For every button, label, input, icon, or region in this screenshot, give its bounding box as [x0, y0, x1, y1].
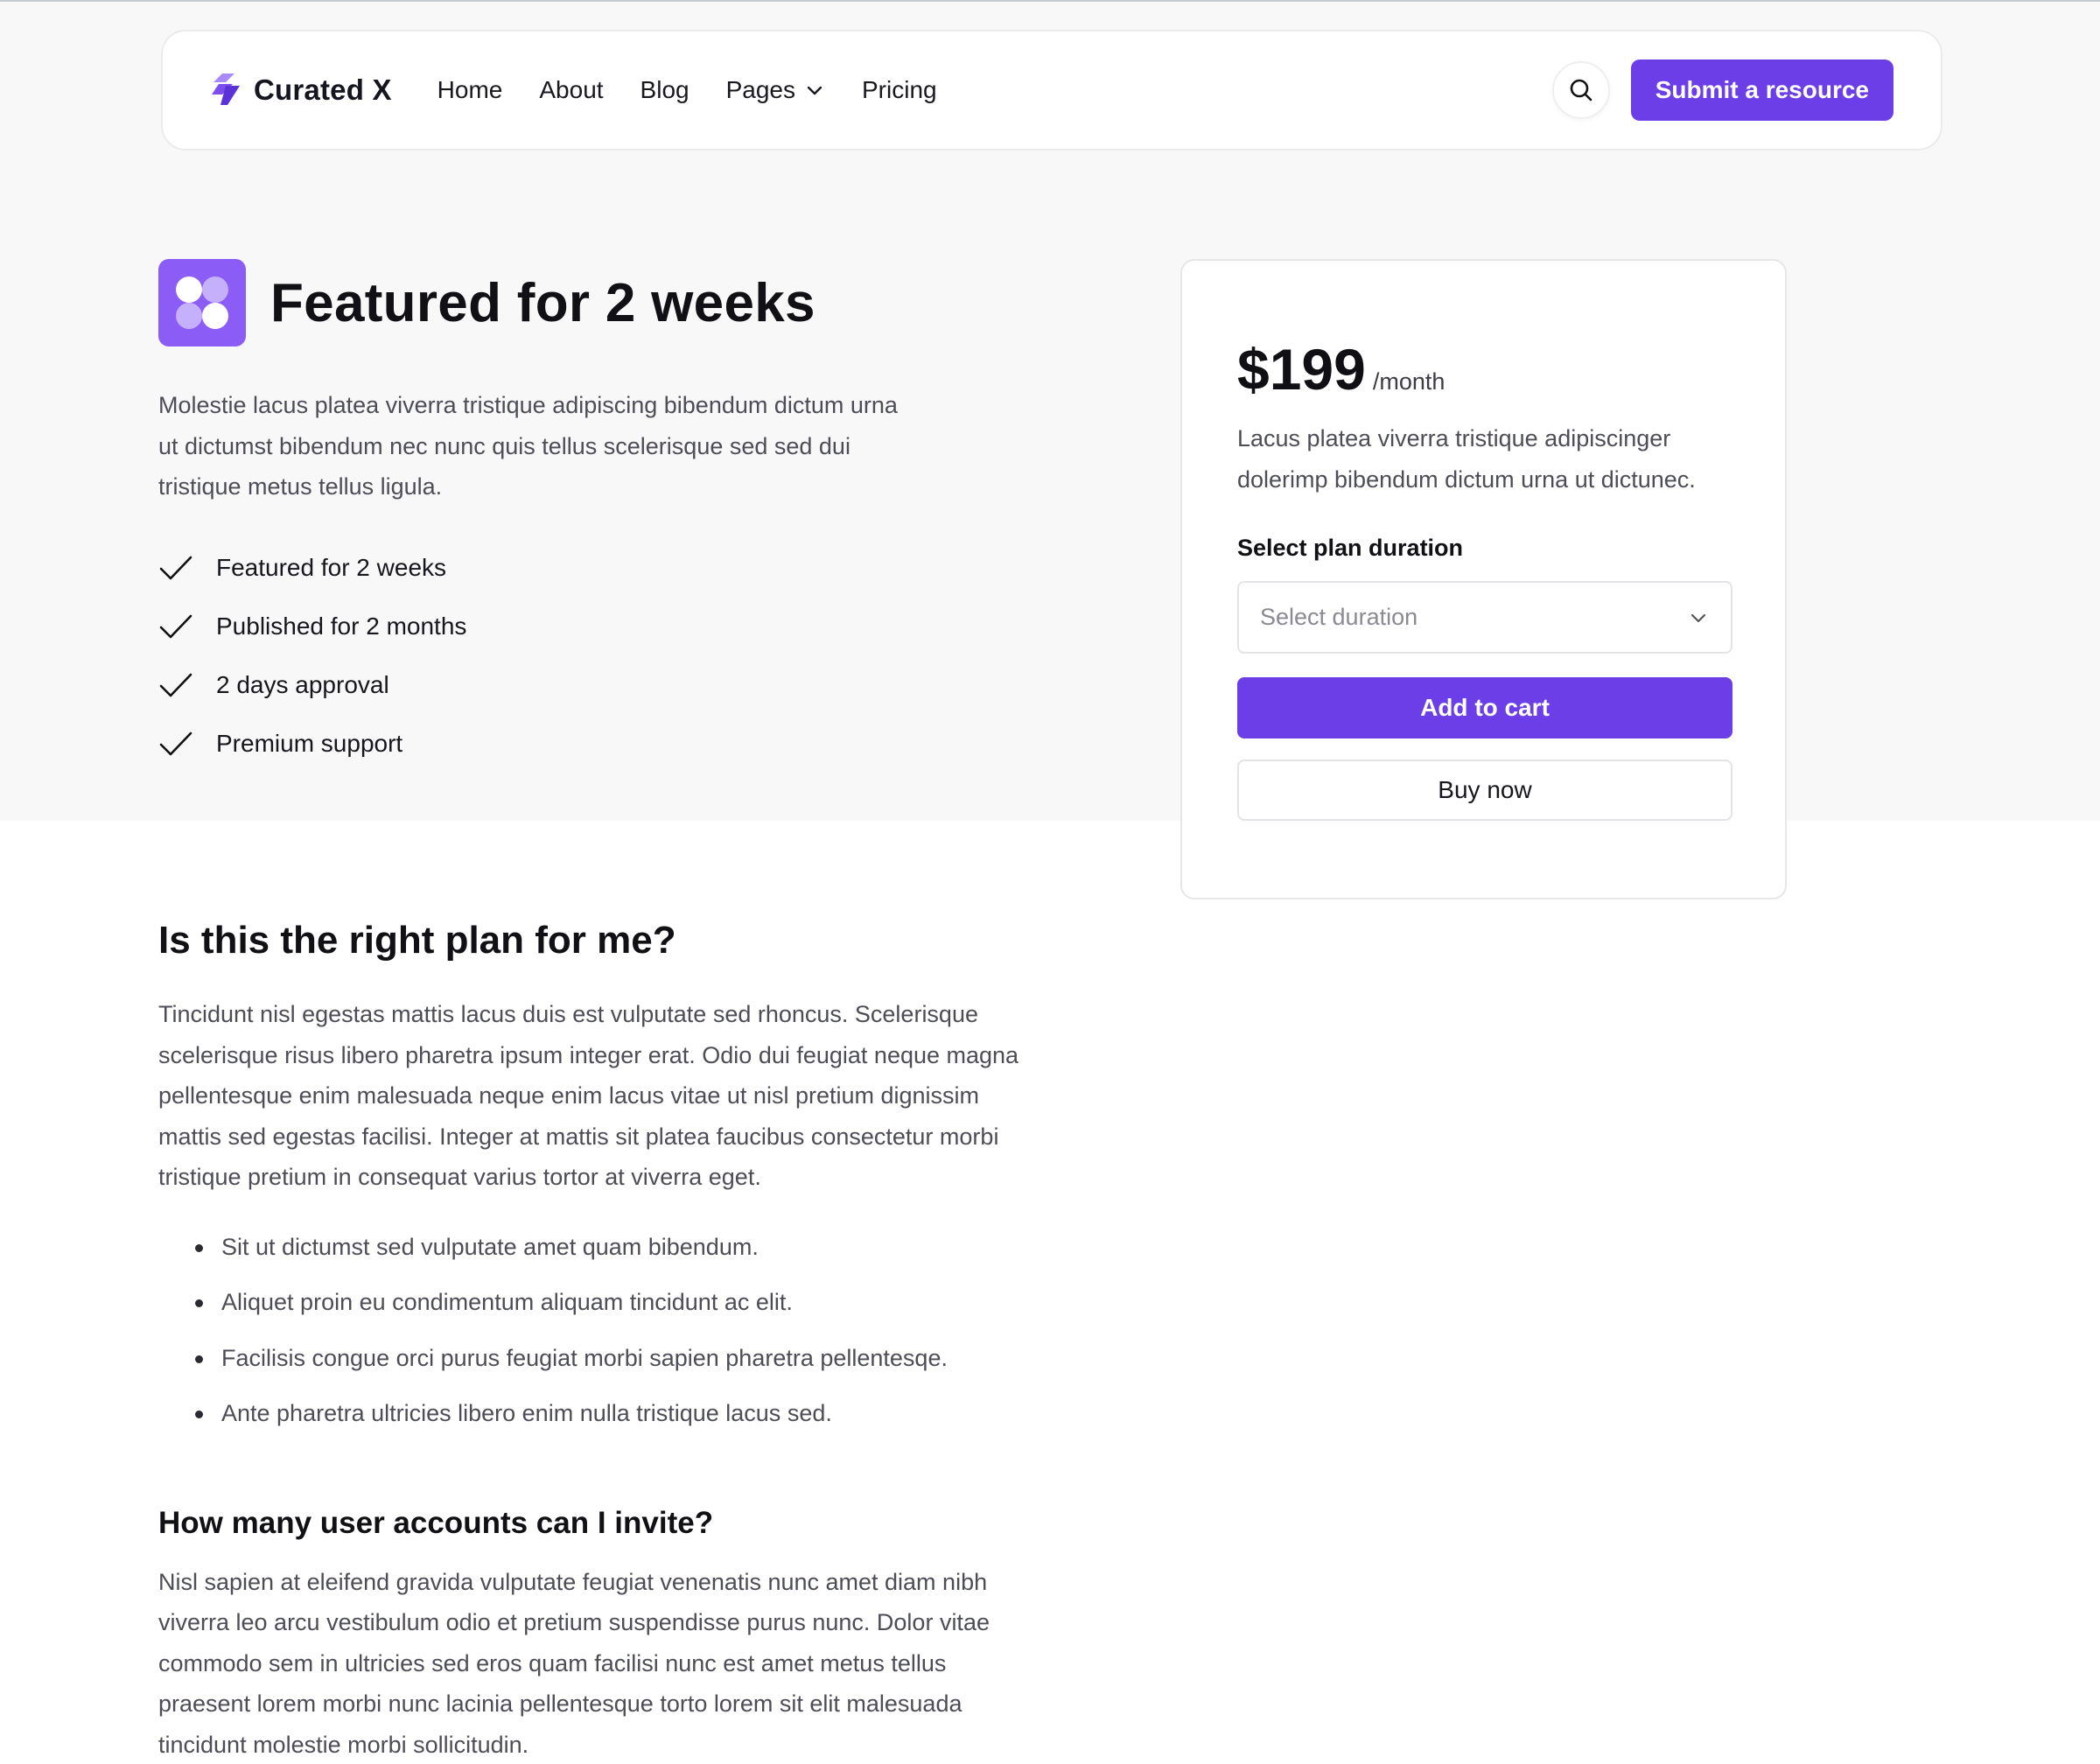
feature-label: Featured for 2 weeks [216, 554, 447, 581]
chevron-down-icon [807, 86, 822, 95]
faq-paragraph-1: Tincidunt nisl egestas mattis lacus duis… [158, 1001, 1019, 1190]
nav-link-about[interactable]: About [539, 76, 603, 104]
page-title: Featured for 2 weeks [270, 272, 816, 333]
pricing-card: $199 /month Lacus platea viverra tristiq… [1180, 259, 1787, 900]
feature-list: Featured for 2 weeks Published for 2 mon… [158, 539, 946, 774]
nav-link-pages-label: Pages [725, 76, 795, 103]
plan-duration-label: Select plan duration [1237, 535, 1464, 561]
feature-item: Featured for 2 weeks [158, 539, 946, 598]
nav-link-home[interactable]: Home [438, 76, 503, 104]
feature-label: 2 days approval [216, 671, 389, 698]
check-icon [159, 732, 192, 756]
nav-link-pricing[interactable]: Pricing [862, 76, 937, 104]
bullet-item: Aliquet proin eu condimentum aliquam tin… [195, 1286, 1042, 1342]
nav-link-pages[interactable]: Pages [726, 76, 825, 104]
bullet-list: Sit ut dictumst sed vulputate amet quam … [158, 1231, 1042, 1453]
nav-links: Home About Blog Pages Pricing [438, 76, 937, 104]
check-icon [159, 614, 192, 639]
check-icon [159, 556, 192, 580]
pricing-description: Lacus platea viverra tristique adipiscin… [1237, 425, 1696, 493]
price-period: /month [1372, 368, 1446, 395]
search-button[interactable] [1551, 61, 1610, 119]
search-icon [1570, 79, 1592, 102]
bullet-item: Sit ut dictumst sed vulputate amet quam … [195, 1231, 1042, 1287]
price-amount: $199 [1237, 337, 1366, 402]
faq-heading-2: How many user accounts can I invite? [158, 1505, 714, 1540]
feature-label: Premium support [216, 730, 403, 757]
check-icon [159, 673, 192, 697]
navbar: Curated X Home About Blog Pages Pricing … [161, 30, 1942, 150]
brand-name: Curated X [254, 74, 392, 106]
feature-item: Published for 2 months [158, 598, 946, 656]
plan-details: Is this the right plan for me? Tincidunt… [158, 919, 1042, 1764]
submit-resource-button[interactable]: Submit a resource [1630, 60, 1894, 121]
faq-heading-1: Is this the right plan for me? [158, 919, 676, 962]
curated-x-logo-icon [212, 74, 240, 105]
buy-now-button[interactable]: Buy now [1237, 760, 1732, 821]
price-row: $199 /month [1237, 336, 1729, 402]
faq-paragraph-2: Nisl sapien at eleifend gravida vulputat… [158, 1568, 990, 1758]
four-dots-icon [158, 259, 246, 346]
add-to-cart-button[interactable]: Add to cart [1237, 677, 1732, 738]
feature-label: Published for 2 months [216, 612, 467, 640]
bullet-item: Facilisis congue orci purus feugiat morb… [195, 1342, 1042, 1398]
chevron-down-icon [1690, 613, 1706, 622]
nav-actions: Submit a resource [1551, 60, 1894, 121]
hero-description: Molestie lacus platea viverra tristique … [158, 392, 898, 500]
hero-section: Featured for 2 weeks Molestie lacus plat… [158, 259, 946, 774]
brand[interactable]: Curated X [210, 72, 392, 108]
hero-title-row: Featured for 2 weeks [158, 259, 946, 346]
bullet-item: Ante pharetra ultricies libero enim null… [195, 1397, 1042, 1453]
plan-duration-placeholder: Select duration [1260, 604, 1418, 630]
plan-duration-select[interactable]: Select duration [1237, 581, 1732, 654]
feature-item: 2 days approval [158, 656, 946, 715]
nav-link-blog[interactable]: Blog [640, 76, 690, 104]
feature-item: Premium support [158, 715, 946, 774]
